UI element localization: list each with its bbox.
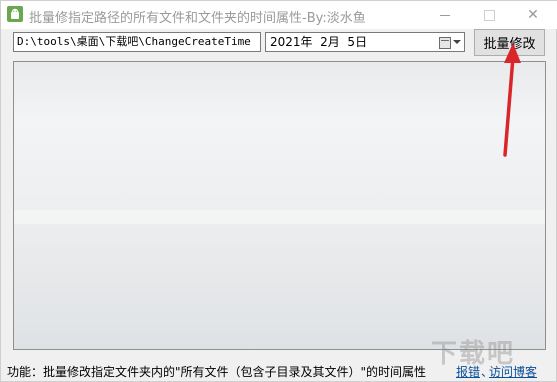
- android-app-icon: [7, 6, 23, 22]
- path-field[interactable]: D:\tools\桌面\下载吧\ChangeCreateTime: [13, 32, 261, 52]
- maximize-button[interactable]: [469, 1, 509, 29]
- minimize-button[interactable]: [425, 1, 465, 29]
- calendar-icon[interactable]: [439, 37, 451, 49]
- annotation-arrow-icon: [503, 43, 521, 157]
- chevron-down-icon[interactable]: [453, 40, 461, 44]
- title-bar[interactable]: 批量修指定路径的所有文件和文件夹的时间属性-By:淡水鱼 ✕: [1, 1, 557, 29]
- date-value: 2021年 2月 5日: [270, 35, 368, 49]
- app-window: 批量修指定路径的所有文件和文件夹的时间属性-By:淡水鱼 ✕ D:\tools\…: [0, 0, 557, 382]
- window-title: 批量修指定路径的所有文件和文件夹的时间属性-By:淡水鱼: [29, 11, 366, 26]
- file-list-area[interactable]: [13, 61, 546, 350]
- close-button[interactable]: ✕: [513, 1, 553, 29]
- maximize-icon: [483, 9, 495, 21]
- date-picker[interactable]: 2021年 2月 5日: [265, 32, 465, 52]
- close-icon: ✕: [527, 7, 539, 23]
- minimize-icon: [440, 14, 450, 16]
- list-highlight-band: [14, 210, 545, 224]
- report-error-link[interactable]: 报错: [456, 363, 480, 380]
- visit-blog-link[interactable]: 访问博客: [489, 363, 537, 380]
- status-description: 功能：批量修改指定文件夹内的"所有文件（包含子目录及其文件）"的时间属性: [7, 365, 427, 379]
